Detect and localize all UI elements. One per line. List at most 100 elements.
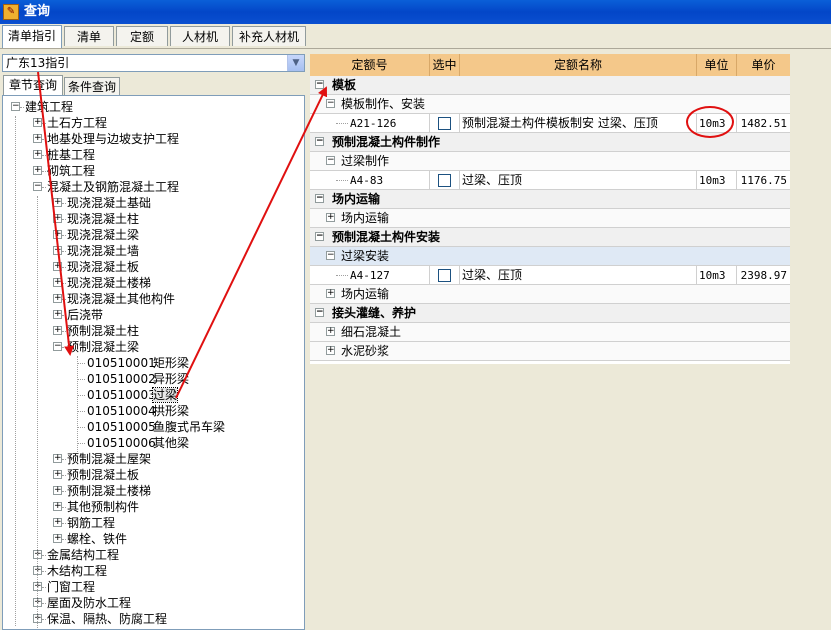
expand-icon[interactable]: +	[53, 310, 62, 319]
collapse-icon[interactable]: −	[11, 102, 20, 111]
tree-connector	[62, 315, 66, 316]
collapse-icon[interactable]: −	[33, 182, 42, 191]
tree-item-label: 其他梁	[153, 436, 190, 450]
select-checkbox[interactable]	[438, 174, 451, 187]
subgroup-row[interactable]: + 水泥砂浆	[310, 342, 790, 361]
tree-item-label: 现浇混凝土柱	[67, 212, 140, 226]
collapse-icon[interactable]: −	[315, 137, 324, 146]
tree-item-code: 010510002	[87, 372, 156, 386]
expand-icon[interactable]: +	[33, 118, 42, 127]
expand-icon[interactable]: +	[53, 214, 62, 223]
tree-connector	[62, 523, 66, 524]
tab-quota[interactable]: 定额	[116, 26, 168, 46]
expand-icon[interactable]: +	[53, 294, 62, 303]
tab-supplement[interactable]: 补充人材机	[232, 26, 306, 46]
select-checkbox[interactable]	[438, 269, 451, 282]
tab-chapter-search[interactable]: 章节查询	[3, 75, 63, 96]
collapse-icon[interactable]: −	[53, 342, 62, 351]
cell-check	[430, 266, 460, 285]
expand-icon[interactable]: +	[33, 166, 42, 175]
collapse-icon[interactable]: −	[326, 156, 335, 165]
expand-icon[interactable]: +	[53, 534, 62, 543]
cell-check	[430, 114, 460, 133]
expand-icon[interactable]: +	[53, 454, 62, 463]
expand-icon[interactable]: +	[53, 262, 62, 271]
expand-icon[interactable]: +	[326, 327, 335, 336]
expand-icon[interactable]: +	[53, 230, 62, 239]
subgroup-row[interactable]: − 过梁制作	[310, 152, 790, 171]
tree-item-label: 砌筑工程	[47, 164, 96, 178]
cell-code: A21-126	[310, 114, 430, 133]
tab-labor-material[interactable]: 人材机	[170, 26, 230, 46]
col-header-code: 定额号	[310, 54, 430, 76]
collapse-icon[interactable]: −	[315, 308, 324, 317]
select-checkbox[interactable]	[438, 117, 451, 130]
expand-icon[interactable]: +	[53, 326, 62, 335]
expand-icon[interactable]: +	[53, 246, 62, 255]
group-label: 预制混凝土构件制作	[332, 135, 441, 149]
tree-item-label: 预制混凝土楼梯	[67, 484, 152, 498]
chapter-tree[interactable]: − 建筑工程 + 土石方工程 + 地基处理与边坡支护工程 + 桩基工程 + 砌筑工程 − 混凝土及钢筋…	[2, 95, 305, 630]
group-row[interactable]: − 场内运输	[310, 190, 790, 209]
subgroup-row[interactable]: + 场内运输	[310, 285, 790, 304]
group-row[interactable]: − 模板	[310, 76, 790, 95]
tree-item-code: 010510006	[87, 436, 156, 450]
tree-connector	[77, 427, 85, 428]
expand-icon[interactable]: +	[326, 346, 335, 355]
quota-table: 定额号 选中 定额名称 单位 单价 − 模板 − 模板制作、安装 A21-126 预制混凝…	[310, 54, 790, 364]
guide-select[interactable]: 广东13指引 ▼	[2, 54, 305, 72]
subgroup-row[interactable]: + 场内运输	[310, 209, 790, 228]
tree-connector	[62, 267, 66, 268]
tree-item-label: 其他预制构件	[67, 500, 140, 514]
table-row[interactable]: A4-83 过梁、压顶 10m3 1176.75	[310, 171, 790, 190]
table-row[interactable]: A4-127 过梁、压顶 10m3 2398.97	[310, 266, 790, 285]
subgroup-label: 细石混凝土	[341, 325, 402, 339]
tab-bill[interactable]: 清单	[64, 26, 114, 46]
expand-icon[interactable]: +	[33, 134, 42, 143]
tree-connector	[62, 283, 66, 284]
tree-item-label: 现浇混凝土板	[67, 260, 140, 274]
cell-unit: 10m3	[697, 171, 737, 190]
subgroup-row[interactable]: + 细石混凝土	[310, 323, 790, 342]
tree-connector	[62, 219, 66, 220]
tree-item-label: 金属结构工程	[47, 548, 120, 562]
collapse-icon[interactable]: −	[315, 80, 324, 89]
expand-icon[interactable]: +	[53, 502, 62, 511]
tree-item-label: 屋面及防水工程	[47, 596, 132, 610]
tree-connector	[62, 491, 66, 492]
tab-guide[interactable]: 清单指引	[2, 25, 62, 48]
collapse-icon[interactable]: −	[315, 232, 324, 241]
expand-icon[interactable]: +	[53, 470, 62, 479]
collapse-icon[interactable]: −	[326, 99, 335, 108]
expand-icon[interactable]: +	[53, 278, 62, 287]
tree-connector	[62, 347, 66, 348]
expand-icon[interactable]: +	[33, 150, 42, 159]
tree-connector	[42, 555, 46, 556]
subgroup-row[interactable]: − 过梁安装	[310, 247, 790, 266]
chevron-down-icon[interactable]: ▼	[287, 55, 304, 71]
col-header-price: 单价	[751, 58, 776, 72]
collapse-icon[interactable]: −	[315, 194, 324, 203]
tree-item-label: 预制混凝土屋架	[67, 452, 152, 466]
window-title: 查询	[24, 4, 51, 19]
tree-connector	[77, 443, 85, 444]
cell-code: A4-83	[310, 171, 430, 190]
expand-icon[interactable]: +	[53, 198, 62, 207]
tree-item-label: 后浇带	[67, 308, 104, 322]
tree-item-label: 土石方工程	[47, 116, 108, 130]
expand-icon[interactable]: +	[53, 486, 62, 495]
cell-price: 1176.75	[740, 174, 787, 187]
tree-item-label: 螺栓、铁件	[67, 532, 128, 546]
tree-connector	[77, 363, 85, 364]
expand-icon[interactable]: +	[326, 213, 335, 222]
expand-icon[interactable]: +	[53, 518, 62, 527]
tree-item-label: 保温、隔热、防腐工程	[47, 612, 168, 626]
tree-item-label: 现浇混凝土楼梯	[67, 276, 152, 290]
group-row[interactable]: − 预制混凝土构件安装	[310, 228, 790, 247]
collapse-icon[interactable]: −	[326, 251, 335, 260]
tree-connector	[336, 123, 348, 124]
subgroup-label: 场内运输	[341, 211, 390, 225]
tab-condition-search[interactable]: 条件查询	[64, 77, 120, 95]
group-row[interactable]: − 接头灌缝、养护	[310, 304, 790, 323]
expand-icon[interactable]: +	[326, 289, 335, 298]
